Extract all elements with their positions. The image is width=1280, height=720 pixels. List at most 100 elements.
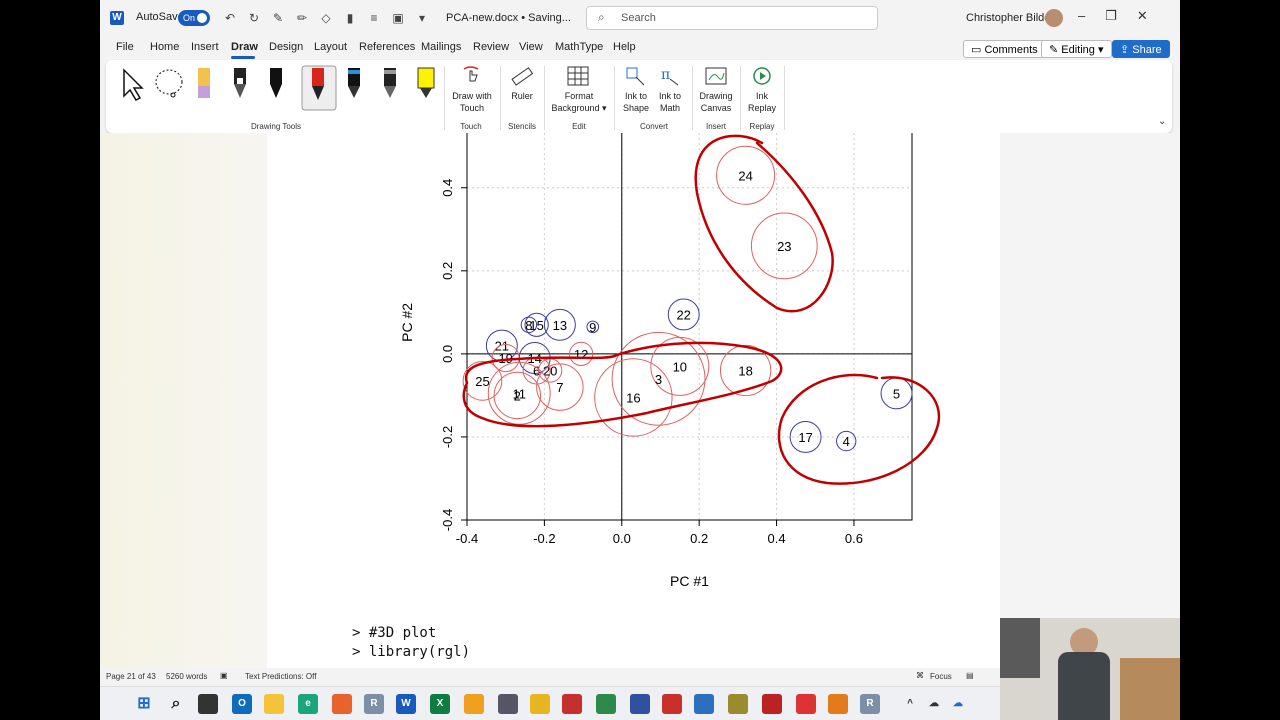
word-taskbar-icon[interactable]: W: [396, 694, 416, 714]
x-tick-label: 0.4: [768, 531, 786, 546]
share-button[interactable]: ⇪ Share: [1112, 40, 1170, 58]
tab-file[interactable]: File: [116, 41, 134, 53]
drawing-canvas-button[interactable]: Drawing Canvas: [694, 90, 738, 114]
data-point-label: 5: [893, 386, 900, 401]
onedrive-icon[interactable]: ☁: [948, 694, 968, 714]
app5-icon[interactable]: [762, 694, 782, 714]
user-name[interactable]: Christopher Bilder: [966, 12, 1054, 24]
snipping-icon[interactable]: [596, 694, 616, 714]
drawing-tools-gallery: [123, 65, 435, 111]
document-title[interactable]: PCA-new.docx • Saving...: [446, 12, 571, 24]
chrome-icon[interactable]: [828, 694, 848, 714]
ruler-button[interactable]: Ruler: [504, 90, 540, 102]
data-point-label: 2: [514, 388, 521, 403]
search-icon: ⌕: [598, 10, 605, 24]
app4-icon[interactable]: [728, 694, 748, 714]
app-icon[interactable]: [464, 694, 484, 714]
autosave-label: AutoSave: [136, 11, 184, 23]
proofing-icon[interactable]: ▣: [220, 671, 228, 680]
group-drawing-tools: Drawing Tools: [250, 122, 302, 131]
app3-icon[interactable]: [662, 694, 682, 714]
redo-icon[interactable]: ↻: [245, 9, 263, 27]
text-predictions[interactable]: Text Predictions: Off: [245, 672, 316, 681]
file-explorer-icon[interactable]: [264, 694, 284, 714]
y-tick-label: 0.0: [440, 345, 455, 363]
excel-icon[interactable]: X: [430, 694, 450, 714]
tab-help[interactable]: Help: [613, 41, 636, 53]
editing-label: Editing: [1061, 44, 1095, 56]
tab-insert[interactable]: Insert: [191, 41, 219, 53]
close-icon[interactable]: ✕: [1137, 8, 1148, 24]
pencil-icon[interactable]: ✏: [293, 9, 311, 27]
data-point-label: 23: [777, 239, 791, 254]
r2-icon[interactable]: R: [860, 694, 880, 714]
lines-icon[interactable]: ≡: [365, 9, 383, 27]
svg-text:π: π: [661, 67, 670, 83]
editing-button[interactable]: ✎ Editing ▾: [1041, 40, 1112, 58]
data-point-label: 7: [556, 380, 563, 395]
start-icon[interactable]: ⊞: [134, 694, 154, 714]
customize-qat-icon[interactable]: ▾: [413, 9, 431, 27]
document-page[interactable]: -0.4-0.20.00.20.40.6-0.4-0.20.00.20.40PC…: [267, 133, 1000, 668]
pen-black-2-icon: [270, 68, 282, 98]
tray-chevron-icon[interactable]: ^: [900, 694, 920, 714]
ink-replay-button[interactable]: Ink Replay: [744, 90, 780, 114]
focus-mode[interactable]: Focus: [930, 672, 952, 681]
tab-design[interactable]: Design: [269, 41, 303, 53]
cloud-icon[interactable]: ☁: [924, 694, 944, 714]
pen-icon[interactable]: ✎: [269, 9, 287, 27]
outlook-icon[interactable]: O: [232, 694, 252, 714]
app2-icon[interactable]: [630, 694, 650, 714]
word-count[interactable]: 5260 words: [166, 672, 207, 681]
tab-mailings[interactable]: Mailings: [421, 41, 461, 53]
task-view-icon[interactable]: [198, 694, 218, 714]
page-count[interactable]: Page 21 of 43: [106, 672, 156, 681]
edge-icon[interactable]: e: [298, 694, 318, 714]
markers-icon[interactable]: ▮: [341, 9, 359, 27]
taskbar-search-icon[interactable]: ⌕: [166, 694, 186, 714]
eraser-icon[interactable]: ◇: [317, 9, 335, 27]
read-mode-icon[interactable]: ▤: [966, 671, 974, 680]
ink-to-shape-button[interactable]: Ink to Shape: [618, 90, 654, 114]
notes-icon[interactable]: [694, 694, 714, 714]
ink-to-math-icon: π: [661, 67, 679, 86]
draw-with-touch-line2: Touch: [459, 103, 485, 113]
minimize-icon[interactable]: –: [1078, 8, 1085, 24]
collapse-ribbon-icon[interactable]: ⌄: [1158, 116, 1166, 127]
acrobat-icon[interactable]: [562, 694, 582, 714]
ink-replay-icon: [753, 67, 771, 85]
undo-icon[interactable]: ↶: [221, 9, 239, 27]
separator: [614, 66, 615, 130]
draw-with-touch-line1: Draw with: [452, 91, 492, 101]
tab-layout[interactable]: Layout: [314, 41, 347, 53]
app6-icon[interactable]: [796, 694, 816, 714]
ribbon-tabs: File Home Insert Draw Design Layout Refe…: [100, 36, 1180, 60]
format-background-button[interactable]: Format Background ▾: [546, 90, 612, 114]
firefox-icon[interactable]: [332, 694, 352, 714]
data-point-label: 8: [525, 318, 532, 333]
tab-references[interactable]: References: [359, 41, 415, 53]
ink-to-math-button[interactable]: Ink to Math: [652, 90, 688, 114]
tab-home[interactable]: Home: [150, 41, 179, 53]
ink-to-shape-icon: [626, 67, 645, 86]
search-input[interactable]: Search: [586, 6, 878, 30]
draw-with-touch-button[interactable]: Draw with Touch: [448, 90, 496, 114]
notepad-icon[interactable]: [498, 694, 518, 714]
focus-icon[interactable]: ⌘: [916, 671, 924, 680]
tab-draw[interactable]: Draw: [231, 41, 258, 53]
lasso-select-icon: [155, 69, 183, 98]
ink-replay-line1: Ink: [755, 91, 768, 101]
tab-mathtype[interactable]: MathType: [555, 41, 603, 53]
tab-view[interactable]: View: [519, 41, 543, 53]
separator: [544, 66, 545, 130]
folder-icon[interactable]: [530, 694, 550, 714]
y-tick-label: -0.4: [440, 509, 455, 531]
autosave-toggle[interactable]: On: [178, 10, 210, 26]
restore-icon[interactable]: ❐: [1105, 8, 1117, 24]
tab-review[interactable]: Review: [473, 41, 509, 53]
avatar[interactable]: [1045, 9, 1063, 27]
save-icon[interactable]: ▣: [389, 9, 407, 27]
comments-button[interactable]: ▭ Comments: [963, 40, 1046, 58]
separator: [692, 66, 693, 130]
r-icon[interactable]: R: [364, 694, 384, 714]
